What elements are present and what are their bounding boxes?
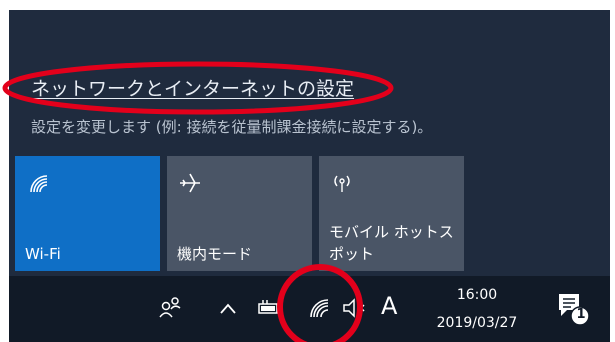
notification-count-badge: 1 [576,307,586,322]
network-flyout: ネットワークとインターネットの設定 設定を変更します (例: 接続を従量制課金接… [9,10,610,276]
wifi-toggle-tile[interactable]: Wi-Fi [15,156,160,271]
airplane-icon [177,170,203,196]
wifi-icon [25,170,51,196]
tile-label: Wi-Fi [25,245,61,263]
network-settings-link[interactable]: ネットワークとインターネットの設定 [31,74,354,101]
tile-label: モバイル ホットス ポット [329,223,454,263]
ime-indicator[interactable]: A [381,292,397,320]
chevron-up-icon[interactable] [219,300,237,319]
mobile-hotspot-tile[interactable]: モバイル ホットス ポット [319,156,464,271]
clock-date: 2019/03/27 [436,315,518,331]
mobile-hotspot-icon [329,170,355,196]
people-icon[interactable] [157,294,185,324]
network-settings-description: 設定を変更します (例: 接続を従量制課金接続に設定する)。 [31,118,433,136]
taskbar-clock[interactable]: 16:00 2019/03/27 [427,286,527,332]
taskbar: A 16:00 2019/03/27 1 [9,276,610,342]
clock-time: 16:00 [456,287,498,303]
airplane-mode-tile[interactable]: 機内モード [167,156,312,271]
tile-label: 機内モード [177,245,253,263]
battery-icon[interactable] [257,298,281,320]
wifi-icon[interactable] [307,296,331,324]
volume-muted-icon[interactable] [342,298,368,322]
